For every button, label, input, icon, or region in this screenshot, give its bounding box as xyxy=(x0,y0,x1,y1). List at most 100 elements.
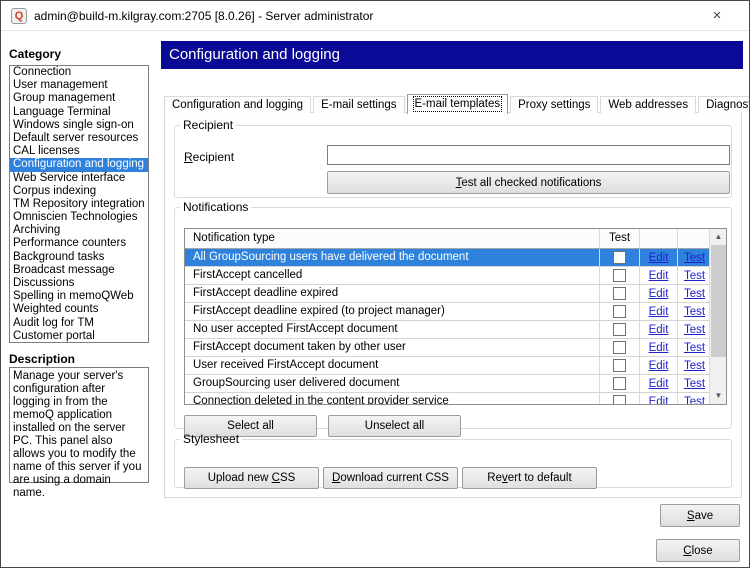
edit-link[interactable]: Edit xyxy=(649,324,669,336)
test-link-cell: Test xyxy=(678,321,711,338)
sidebar-item[interactable]: CAL licenses xyxy=(10,145,148,158)
test-checkbox[interactable] xyxy=(613,395,626,405)
download-current-css-button[interactable]: Download current CSS xyxy=(323,467,458,489)
notification-type-cell: FirstAccept deadline expired xyxy=(185,285,600,302)
edit-link[interactable]: Edit xyxy=(649,306,669,318)
sidebar-item[interactable]: Customer portal xyxy=(10,330,148,343)
scrollbar-thumb[interactable] xyxy=(711,245,726,357)
test-all-checked-notifications-button[interactable]: Test all checked notifications xyxy=(327,171,730,194)
test-column-header: Test xyxy=(600,229,640,248)
recipient-input[interactable] xyxy=(327,145,730,165)
edit-cell: Edit xyxy=(640,321,678,338)
edit-link[interactable]: Edit xyxy=(649,342,669,354)
sidebar-item[interactable]: Web Service interface xyxy=(10,172,148,185)
test-checkbox[interactable] xyxy=(613,251,626,264)
tab-e-mail-templates[interactable]: E-mail templates xyxy=(407,94,509,114)
sidebar-item[interactable]: Discussions xyxy=(10,277,148,290)
sidebar-item[interactable]: Connection xyxy=(10,66,148,79)
window-close-icon[interactable]: × xyxy=(707,7,727,25)
test-link-cell: Test xyxy=(678,339,711,356)
sidebar-item[interactable]: Configuration and logging xyxy=(10,158,148,171)
sidebar-item[interactable]: Group management xyxy=(10,92,148,105)
test-link[interactable]: Test xyxy=(684,288,705,300)
sidebar-item[interactable]: Archiving xyxy=(10,224,148,237)
sidebar-item[interactable]: Broadcast message xyxy=(10,264,148,277)
edit-cell: Edit xyxy=(640,357,678,374)
title-bar: Q admin@build-m.kilgray.com:2705 [8.0.26… xyxy=(1,1,749,31)
test-cell xyxy=(600,375,640,392)
table-row[interactable]: FirstAccept cancelled Edit Test xyxy=(185,267,726,285)
test-link[interactable]: Test xyxy=(684,396,705,406)
sidebar-item[interactable]: Omniscien Technologies xyxy=(10,211,148,224)
sidebar-item[interactable]: Background tasks xyxy=(10,251,148,264)
tab-label: E-mail settings xyxy=(321,99,396,111)
upload-new-css-button[interactable]: Upload new CSS xyxy=(184,467,319,489)
test-cell xyxy=(600,267,640,284)
tab-configuration-and-logging[interactable]: Configuration and logging xyxy=(164,96,311,113)
test-cell xyxy=(600,357,640,374)
table-row[interactable]: FirstAccept document taken by other user… xyxy=(185,339,726,357)
sidebar-item[interactable]: Performance counters xyxy=(10,237,148,250)
test-checkbox[interactable] xyxy=(613,341,626,354)
test-cell xyxy=(600,339,640,356)
sidebar-item[interactable]: Audit log for TM xyxy=(10,317,148,330)
test-link[interactable]: Test xyxy=(684,252,705,264)
table-row[interactable]: All GroupSourcing users have delivered t… xyxy=(185,249,726,267)
test-link[interactable]: Test xyxy=(684,360,705,372)
test-checkbox[interactable] xyxy=(613,359,626,372)
tab-web-addresses[interactable]: Web addresses xyxy=(600,96,696,113)
test-link[interactable]: Test xyxy=(684,270,705,282)
close-button[interactable]: Close xyxy=(656,539,740,562)
tab-e-mail-settings[interactable]: E-mail settings xyxy=(313,96,404,113)
sidebar-item[interactable]: TM Repository integration xyxy=(10,198,148,211)
scroll-down-icon[interactable]: ▼ xyxy=(710,388,727,404)
tab-label: Proxy settings xyxy=(518,99,590,111)
sidebar-item[interactable]: Weighted counts xyxy=(10,303,148,316)
sidebar-item[interactable]: Corpus indexing xyxy=(10,185,148,198)
sidebar-item[interactable]: Windows single sign-on xyxy=(10,119,148,132)
test-checkbox[interactable] xyxy=(613,269,626,282)
notifications-group-legend: Notifications xyxy=(180,200,251,214)
notification-type-cell: FirstAccept cancelled xyxy=(185,267,600,284)
scroll-up-icon[interactable]: ▲ xyxy=(710,229,727,245)
test-checkbox[interactable] xyxy=(613,305,626,318)
notification-type-cell: Connection deleted in the content provid… xyxy=(185,393,600,405)
test-link[interactable]: Test xyxy=(684,306,705,318)
sidebar-item[interactable]: User management xyxy=(10,79,148,92)
test-checkbox[interactable] xyxy=(613,287,626,300)
table-row[interactable]: Connection deleted in the content provid… xyxy=(185,393,726,405)
test-link[interactable]: Test xyxy=(684,378,705,390)
test-checkbox[interactable] xyxy=(613,323,626,336)
test-link[interactable]: Test xyxy=(684,342,705,354)
table-scrollbar[interactable]: ▲ ▼ xyxy=(709,229,726,404)
table-row[interactable]: FirstAccept deadline expired Edit Test xyxy=(185,285,726,303)
edit-link[interactable]: Edit xyxy=(649,360,669,372)
description-text: Manage your server's configuration after… xyxy=(9,367,149,483)
edit-link[interactable]: Edit xyxy=(649,288,669,300)
email-templates-tab-page: Recipient Recipient Test all checked not… xyxy=(164,112,742,498)
test-link-cell: Test xyxy=(678,375,711,392)
table-row[interactable]: FirstAccept deadline expired (to project… xyxy=(185,303,726,321)
test-link-cell: Test xyxy=(678,267,711,284)
table-row[interactable]: GroupSourcing user delivered documentEdi… xyxy=(185,375,726,393)
revert-to-default-button[interactable]: Revert to default xyxy=(462,467,597,489)
test-checkbox[interactable] xyxy=(613,377,626,390)
table-row[interactable]: User received FirstAccept documentEditTe… xyxy=(185,357,726,375)
recipient-group: Recipient Recipient Test all checked not… xyxy=(174,118,732,198)
edit-link[interactable]: Edit xyxy=(649,396,669,406)
tab-diagnostic-downloads[interactable]: Diagnostic downloads xyxy=(698,96,750,113)
sidebar-item[interactable]: Spelling in memoQWeb xyxy=(10,290,148,303)
notifications-rows: All GroupSourcing users have delivered t… xyxy=(185,249,726,405)
notification-type-cell: FirstAccept deadline expired (to project… xyxy=(185,303,600,320)
test-link[interactable]: Test xyxy=(684,324,705,336)
save-button[interactable]: Save xyxy=(660,504,740,527)
edit-link[interactable]: Edit xyxy=(649,378,669,390)
table-row[interactable]: No user accepted FirstAccept documentEdi… xyxy=(185,321,726,339)
sidebar-item[interactable]: Default server resources xyxy=(10,132,148,145)
edit-link[interactable]: Edit xyxy=(649,270,669,282)
tab-proxy-settings[interactable]: Proxy settings xyxy=(510,96,598,113)
sidebar-item[interactable]: Language Terminal xyxy=(10,106,148,119)
test-link-cell: Test xyxy=(678,285,711,302)
category-listbox[interactable]: ConnectionUser managementGroup managemen… xyxy=(9,65,149,343)
edit-link[interactable]: Edit xyxy=(649,252,669,264)
